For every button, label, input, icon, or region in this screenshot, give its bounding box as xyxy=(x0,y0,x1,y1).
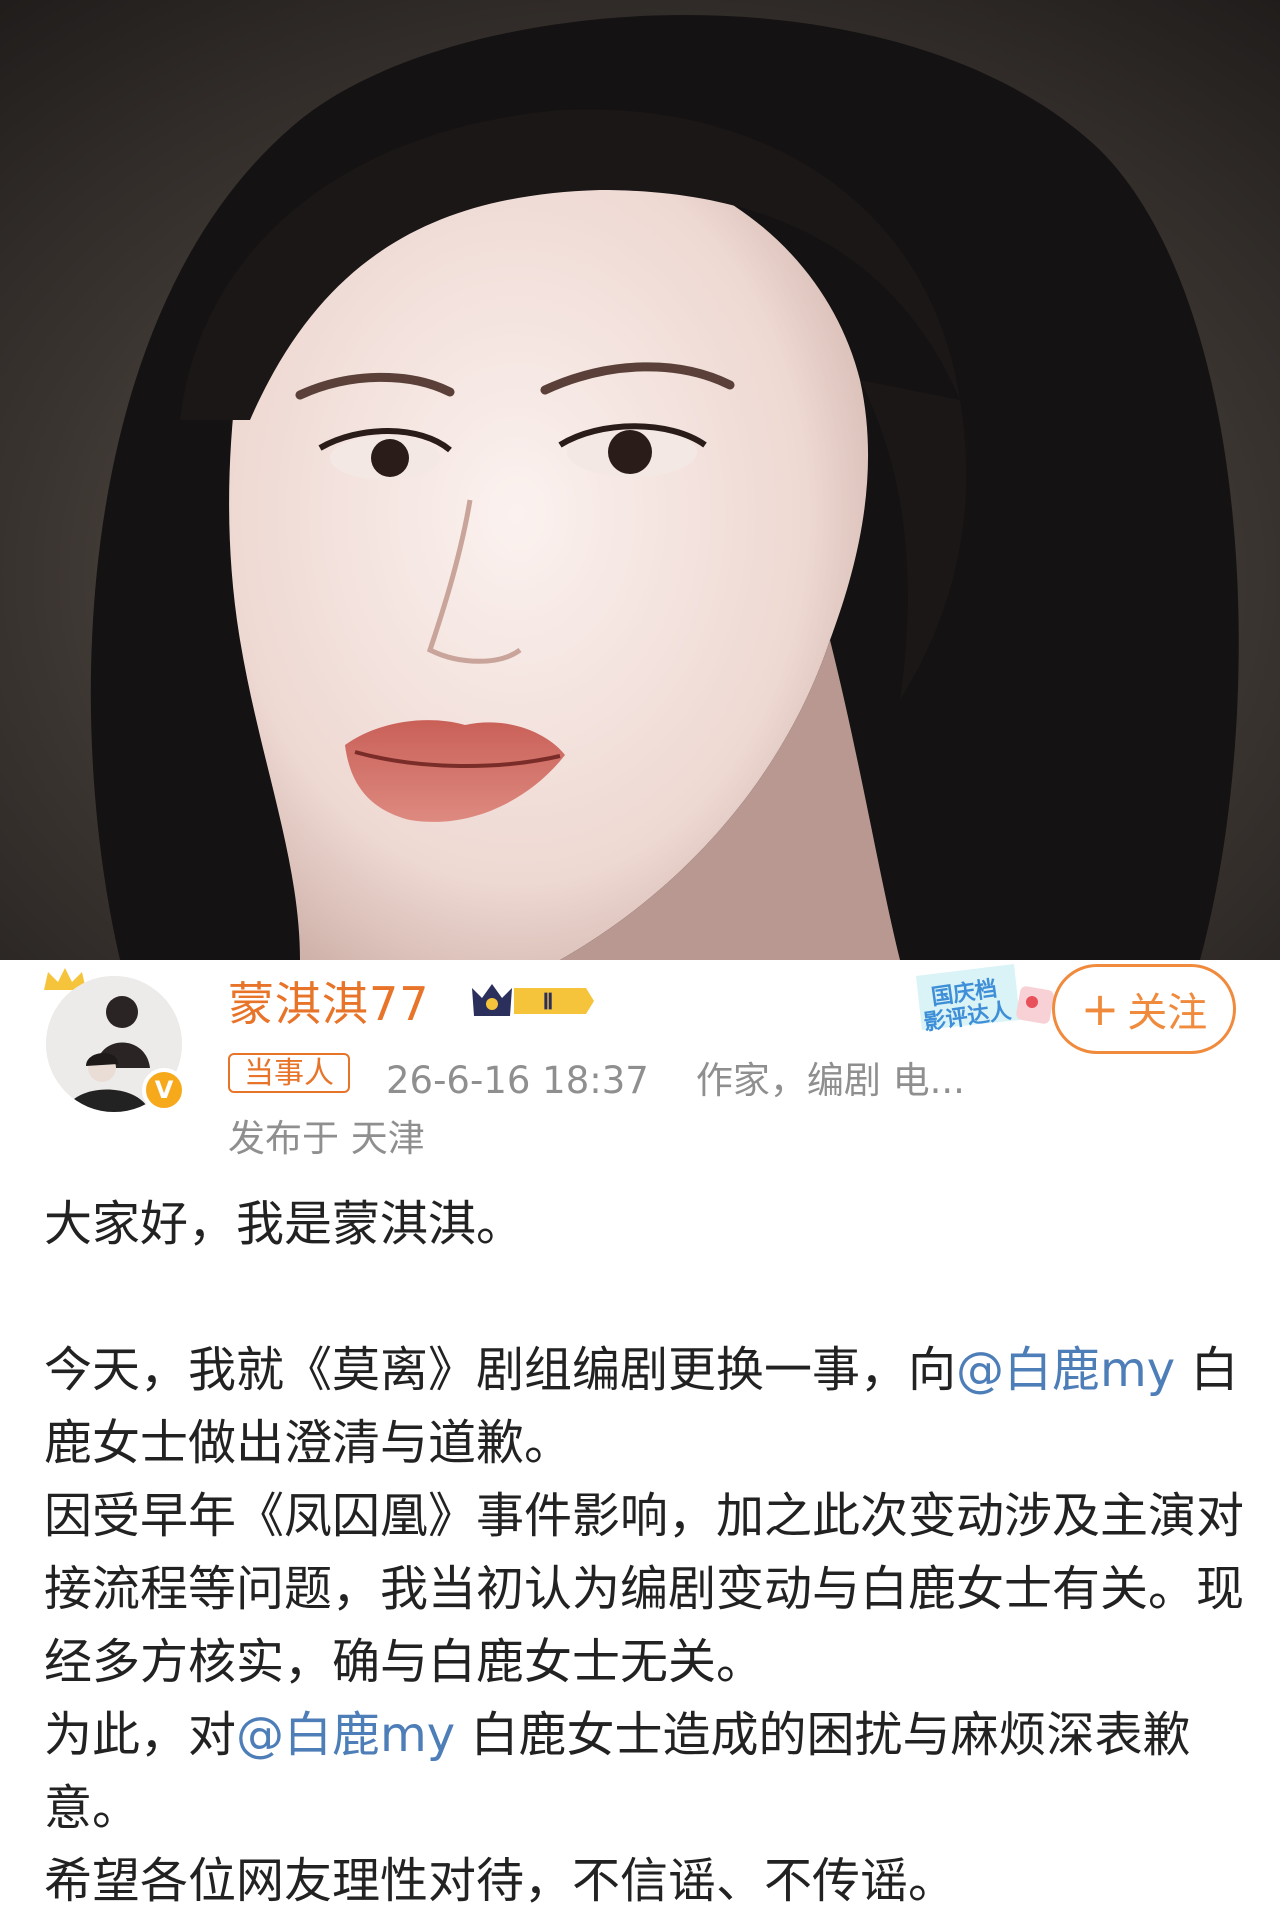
post-location: 发布于 天津 xyxy=(228,1117,425,1160)
follow-label: 关注 xyxy=(1127,990,1208,1036)
portrait-illustration xyxy=(0,0,1280,960)
post-greeting: 大家好，我是蒙淇淇。 xyxy=(44,1196,525,1252)
role-tag-badge: 当事人 xyxy=(228,1053,350,1093)
level-badge-icon: Ⅱ xyxy=(472,984,594,1016)
post-paragraph: 今天，我就《莫离》剧组编剧更换一事，向@白鹿my 白鹿女士做出澄清与道歉。 xyxy=(44,1342,1239,1471)
author-name[interactable]: 蒙淇淇77 xyxy=(228,968,430,1034)
author-bio[interactable]: 作家，编剧 电... xyxy=(696,1059,965,1102)
post-header: V 蒙淇淇77 Ⅱ 当事人 26-6-16 18:37 作家，编剧 电... 发… xyxy=(0,960,1280,1160)
mention-link[interactable]: @白鹿my xyxy=(956,1342,1175,1398)
post-paragraph: 因受早年《凤囚凰》事件影响，加之此次变动涉及主演对接流程等问题，我当初认为编剧变… xyxy=(44,1488,1245,1690)
post-photo[interactable] xyxy=(0,0,1280,960)
verified-icon: V xyxy=(142,1068,186,1112)
mention-link[interactable]: @白鹿my xyxy=(236,1707,455,1763)
post-meta: 26-6-16 18:37 作家，编剧 电... xyxy=(386,1050,965,1104)
post-paragraph: 为此，对@白鹿my 白鹿女士造成的困扰与麻烦深表歉意。 xyxy=(44,1707,1191,1836)
follow-button[interactable]: + 关注 xyxy=(1052,964,1236,1054)
post-content: 大家好，我是蒙淇淇。 今天，我就《莫离》剧组编剧更换一事，向@白鹿my 白鹿女士… xyxy=(44,1188,1244,1918)
plus-icon: + xyxy=(1080,982,1120,1036)
post-paragraph: 希望各位网友理性对待，不信谣、不传谣。 xyxy=(44,1853,957,1909)
post-timestamp: 26-6-16 18:37 xyxy=(386,1059,649,1102)
level-text: Ⅱ xyxy=(543,989,554,1014)
